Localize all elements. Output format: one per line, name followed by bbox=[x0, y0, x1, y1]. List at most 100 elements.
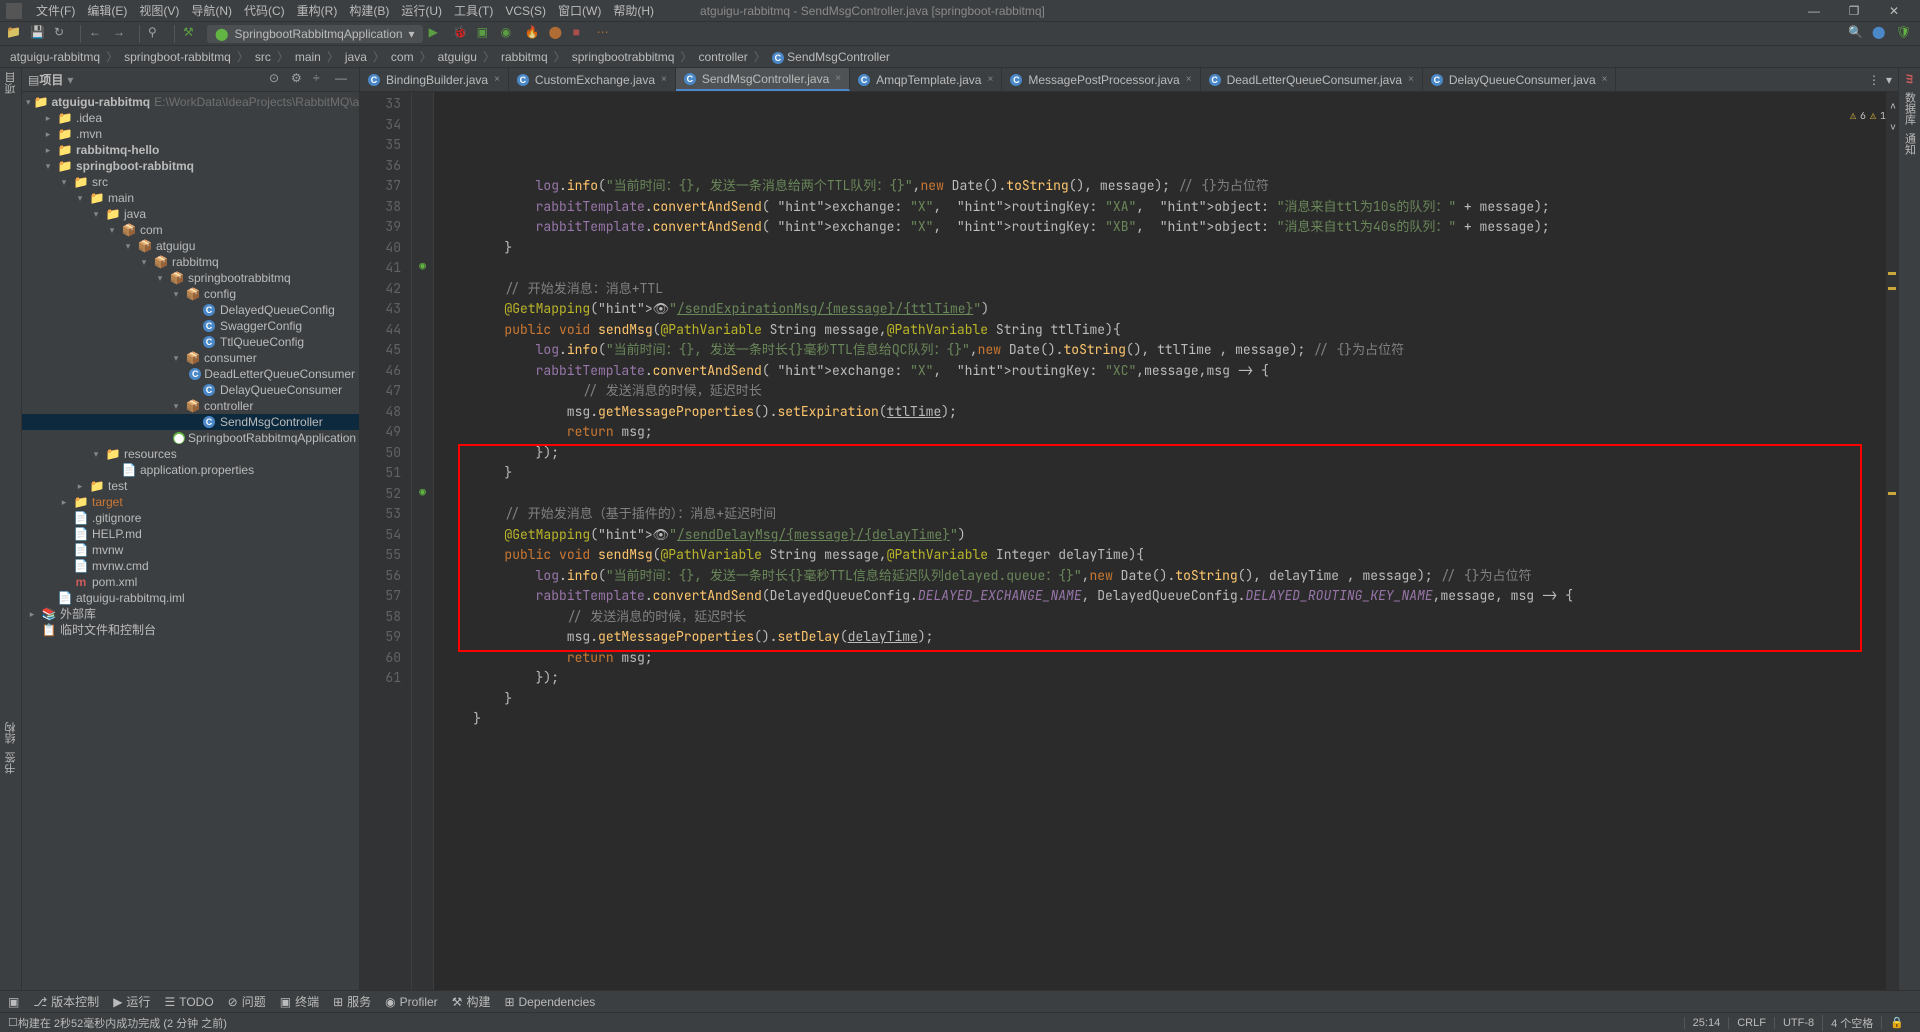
tab-customexchange[interactable]: CCustomExchange.java× bbox=[509, 68, 676, 91]
open-icon[interactable]: 📁 bbox=[6, 25, 24, 43]
structure-tab[interactable]: 结构 bbox=[3, 722, 19, 744]
left-tool-strip: 项目 结构 书签 bbox=[0, 68, 22, 1010]
tab-delayqueueconsumer[interactable]: CDelayQueueConsumer.java× bbox=[1423, 68, 1617, 91]
menu-view[interactable]: 视图(V) bbox=[133, 2, 185, 19]
crumb-2[interactable]: src bbox=[253, 50, 273, 64]
profile-button[interactable]: ◉ bbox=[501, 25, 519, 43]
crumb-0[interactable]: atguigu-rabbitmq bbox=[8, 50, 102, 64]
status-message: 构建在 2秒52毫秒内成功完成 (2 分钟 之前) bbox=[18, 1015, 1684, 1031]
save-icon[interactable]: 💾 bbox=[30, 25, 48, 43]
menubar: 文件(F) 编辑(E) 视图(V) 导航(N) 代码(C) 重构(R) 构建(B… bbox=[0, 0, 1920, 22]
menu-vcs[interactable]: VCS(S) bbox=[499, 4, 552, 18]
run-button[interactable]: ▶ bbox=[429, 25, 447, 43]
file-encoding[interactable]: UTF-8 bbox=[1774, 1017, 1822, 1029]
close-window-button[interactable]: ✕ bbox=[1874, 4, 1914, 18]
project-tab[interactable]: 项目 bbox=[3, 72, 19, 94]
line-ending[interactable]: CRLF bbox=[1728, 1017, 1774, 1029]
panel-settings-icon[interactable]: ⊙ bbox=[269, 71, 287, 89]
notifications-tab[interactable]: 通知 bbox=[1902, 133, 1918, 155]
gutter[interactable]: 3334353637383940414243444546474849505152… bbox=[360, 92, 412, 1010]
nav-icon[interactable]: ⚲ bbox=[148, 25, 166, 43]
attach-button[interactable]: 🔥 bbox=[525, 25, 543, 43]
menu-edit[interactable]: 编辑(E) bbox=[81, 2, 133, 19]
run-config-selector[interactable]: ⬤ SpringbootRabbitmqApplication ▾ bbox=[207, 25, 423, 43]
bell-icon[interactable]: ⬤ bbox=[1872, 25, 1890, 43]
tab-dropdown-icon[interactable]: ▾ bbox=[1886, 73, 1892, 87]
debug-button[interactable]: 🐞 bbox=[453, 25, 471, 43]
close-icon[interactable]: × bbox=[1186, 74, 1192, 85]
crumb-3[interactable]: main bbox=[293, 50, 323, 64]
chevron-down-icon: ▾ bbox=[409, 27, 415, 41]
version-control-tw[interactable]: ⎇ 版本控制 bbox=[33, 993, 99, 1010]
error-stripe[interactable]: ⚠6 ⚠1 ∧ ∨ bbox=[1886, 92, 1898, 1010]
menu-build[interactable]: 构建(B) bbox=[343, 2, 395, 19]
menu-help[interactable]: 帮助(H) bbox=[607, 2, 660, 19]
menu-file[interactable]: 文件(F) bbox=[30, 2, 81, 19]
code-editor[interactable]: 3334353637383940414243444546474849505152… bbox=[360, 92, 1898, 1010]
crumb-8[interactable]: springbootrabbitmq bbox=[570, 50, 677, 64]
build-tw[interactable]: ⚒ 构建 bbox=[452, 993, 491, 1010]
crumb-9[interactable]: controller bbox=[696, 50, 749, 64]
search-icon[interactable]: 🔍 bbox=[1848, 25, 1866, 43]
more-tabs-icon[interactable]: ⋮ bbox=[1868, 73, 1880, 87]
maximize-button[interactable]: ❐ bbox=[1834, 4, 1874, 18]
menu-tools[interactable]: 工具(T) bbox=[448, 2, 499, 19]
close-icon[interactable]: × bbox=[1602, 74, 1608, 85]
profiler-tw[interactable]: ◉ Profiler bbox=[385, 995, 438, 1009]
tab-msgpostprocessor[interactable]: CMessagePostProcessor.java× bbox=[1002, 68, 1200, 91]
right-tool-strip: m 数据库 通知 bbox=[1898, 68, 1920, 1010]
build-icon[interactable]: ⚒ bbox=[183, 25, 201, 43]
tab-bindingbuilder[interactable]: CBindingBuilder.java× bbox=[360, 68, 509, 91]
todo-tw[interactable]: ☰ TODO bbox=[164, 995, 213, 1009]
dependencies-tw[interactable]: ⊞ Dependencies bbox=[504, 995, 595, 1009]
more-run-icon[interactable]: ⬤ bbox=[549, 25, 567, 43]
caret-pos[interactable]: 25:14 bbox=[1684, 1017, 1729, 1029]
code-content[interactable]: log.info("当前时间：{}, 发送一条消息给两个TTL队列：{}",ne… bbox=[434, 92, 1886, 1010]
crumb-1[interactable]: springboot-rabbitmq bbox=[122, 50, 233, 64]
crumb-4[interactable]: java bbox=[343, 50, 369, 64]
services-tw[interactable]: ⊞ 服务 bbox=[333, 993, 371, 1010]
close-icon[interactable]: × bbox=[494, 74, 500, 85]
crumb-7[interactable]: rabbitmq bbox=[499, 50, 550, 64]
workspace: 项目 结构 书签 ▤ 项目 ▾ ⊙ ⚙ ÷ — ▾📁atguigu-rabbit… bbox=[0, 68, 1920, 1010]
menu-run[interactable]: 运行(U) bbox=[395, 2, 448, 19]
run-tw[interactable]: ▶ 运行 bbox=[113, 993, 150, 1010]
back-icon[interactable]: ← bbox=[89, 25, 107, 43]
problems-tw[interactable]: ⊘ 问题 bbox=[228, 993, 266, 1010]
close-icon[interactable]: × bbox=[835, 73, 841, 84]
inspection-widget[interactable]: ⚠6 ⚠1 ∧ ∨ bbox=[1850, 96, 1896, 137]
indent-widget[interactable]: 4 个空格 bbox=[1822, 1015, 1881, 1031]
hide-icon[interactable]: — bbox=[335, 71, 353, 89]
tab-amqptemplate[interactable]: CAmqpTemplate.java× bbox=[850, 68, 1002, 91]
collapse-icon[interactable]: ÷ bbox=[313, 71, 331, 89]
tab-sendmsgcontroller[interactable]: CSendMsgController.java× bbox=[676, 68, 850, 91]
bookmarks-tab[interactable]: 书签 bbox=[3, 752, 19, 774]
tool-window-button[interactable]: ☐ bbox=[8, 1016, 18, 1029]
crumb-10[interactable]: C SendMsgController bbox=[770, 50, 892, 64]
reload-icon[interactable]: ↻ bbox=[54, 25, 72, 43]
minimize-button[interactable]: — bbox=[1794, 4, 1834, 18]
close-icon[interactable]: × bbox=[661, 74, 667, 85]
project-tree[interactable]: ▾📁atguigu-rabbitmqE:\WorkData\IdeaProjec… bbox=[22, 92, 359, 1010]
tab-deadletterconsumer[interactable]: CDeadLetterQueueConsumer.java× bbox=[1201, 68, 1423, 91]
readonly-icon[interactable]: 🔒 bbox=[1881, 1016, 1912, 1029]
more-icon[interactable]: ⋯ bbox=[597, 25, 615, 43]
close-icon[interactable]: × bbox=[1408, 74, 1414, 85]
crumb-5[interactable]: com bbox=[389, 50, 416, 64]
coverage-button[interactable]: ▣ bbox=[477, 25, 495, 43]
menu-window[interactable]: 窗口(W) bbox=[552, 2, 607, 19]
crumb-6[interactable]: atguigu bbox=[436, 50, 479, 64]
stop-button[interactable]: ■ bbox=[573, 25, 591, 43]
close-icon[interactable]: × bbox=[987, 74, 993, 85]
menu-navigate[interactable]: 导航(N) bbox=[185, 2, 238, 19]
menu-refactor[interactable]: 重构(R) bbox=[291, 2, 344, 19]
gear-icon[interactable]: ⚙ bbox=[291, 71, 309, 89]
shield-icon[interactable]: 🛡 bbox=[1896, 25, 1914, 43]
toggle-tool-windows-icon[interactable]: ▣ bbox=[8, 995, 19, 1009]
forward-icon[interactable]: → bbox=[113, 25, 131, 43]
maven-tab[interactable]: m bbox=[1904, 74, 1916, 84]
project-panel-header: ▤ 项目 ▾ ⊙ ⚙ ÷ — bbox=[22, 68, 359, 92]
database-tab[interactable]: 数据库 bbox=[1902, 92, 1918, 125]
menu-code[interactable]: 代码(C) bbox=[238, 2, 291, 19]
terminal-tw[interactable]: ▣ 终端 bbox=[280, 993, 319, 1010]
